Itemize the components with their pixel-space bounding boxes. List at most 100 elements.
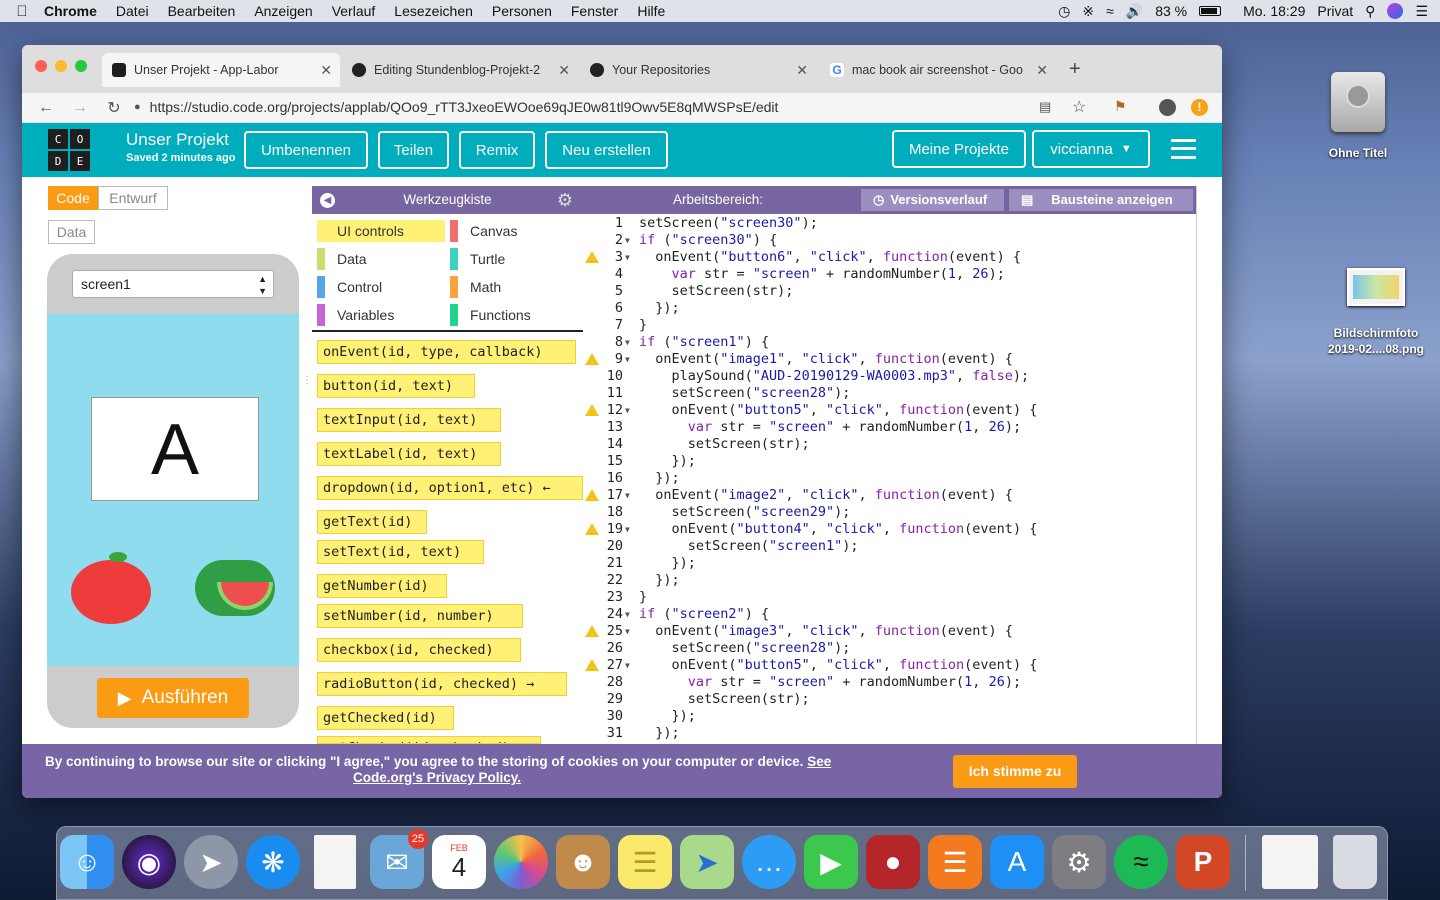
desktop-drive-icon[interactable]: Ohne Titel [1318, 72, 1398, 160]
fold-arrow-icon[interactable]: ▼ [625, 657, 630, 674]
code-line[interactable]: 27 ▼ onEvent("button5", "click", function… [583, 657, 1196, 674]
privacy-link-part1[interactable]: See [807, 754, 831, 769]
profile-icon[interactable] [1159, 99, 1176, 116]
code-line[interactable]: 3 ▼ onEvent("button6", "click", function(… [583, 249, 1196, 266]
menu-item-history[interactable]: Verlauf [332, 3, 376, 19]
code-line[interactable]: 13 var str = "screen" + randomNumber(1, … [583, 419, 1196, 436]
extension-icon[interactable]: ⚑ [1114, 98, 1127, 115]
maps-icon[interactable]: ➤ [680, 835, 734, 889]
block-button[interactable]: button(id, text) [317, 374, 475, 398]
close-window-button[interactable] [35, 60, 47, 72]
menu-item-edit[interactable]: Bearbeiten [168, 3, 236, 19]
block-onEvent[interactable]: onEvent(id, type, callback) [317, 340, 576, 364]
code-line[interactable]: 7} [583, 317, 1196, 334]
letter-image[interactable]: A [91, 397, 259, 501]
block-getText[interactable]: getText(id) [317, 510, 427, 534]
data-mode-toggle[interactable]: Data [48, 220, 95, 244]
block-checkbox[interactable]: checkbox(id, checked) [317, 638, 521, 662]
my-projects-button[interactable]: Meine Projekte [892, 130, 1026, 168]
category-data[interactable]: Data [317, 248, 445, 270]
fold-arrow-icon[interactable]: ▼ [625, 606, 630, 623]
new-project-button[interactable]: Neu erstellen [545, 131, 668, 169]
desktop-screenshot-file[interactable]: Bildschirmfoto 2019-02....08.png [1316, 268, 1436, 356]
spotify-icon[interactable]: ≈ [1114, 835, 1168, 889]
fold-arrow-icon[interactable]: ▼ [625, 521, 630, 538]
code-line[interactable]: 15 }); [583, 453, 1196, 470]
photo-booth-icon[interactable]: ● [866, 835, 920, 889]
code-line[interactable]: 1 setScreen("screen30"); [583, 215, 1196, 232]
code-line[interactable]: 5 setScreen(str); [583, 283, 1196, 300]
hamburger-menu-icon[interactable] [1171, 139, 1196, 159]
safari-icon[interactable]: ❋ [246, 835, 300, 889]
design-mode-toggle[interactable]: Entwurf [98, 186, 168, 210]
category-math[interactable]: Math [450, 276, 570, 298]
calendar-icon[interactable]: FEB 4 [432, 835, 486, 889]
code-line[interactable]: 23} [583, 589, 1196, 606]
code-line[interactable]: 28 var str = "screen" + randomNumber(1, … [583, 674, 1196, 691]
code-mode-toggle[interactable]: Code [48, 186, 98, 210]
code-line[interactable]: 16 }); [583, 470, 1196, 487]
resize-handle[interactable]: ⋮ [302, 376, 312, 398]
collapse-arrow-icon[interactable]: ◀ [320, 193, 335, 208]
time-machine-icon[interactable]: ◷ [1058, 3, 1070, 20]
block-getChecked[interactable]: getChecked(id) [317, 706, 454, 730]
books-icon[interactable]: ☰ [928, 835, 982, 889]
agree-button[interactable]: Ich stimme zu [953, 755, 1077, 788]
code-line[interactable]: 25 ▼ onEvent("image3", "click", function(… [583, 623, 1196, 640]
block-dropdown[interactable]: dropdown(id, option1, etc) ← [317, 476, 583, 500]
code-line[interactable]: 10 playSound("AUD-20190129-WA0003.mp3", … [583, 368, 1196, 385]
tab-google-search[interactable]: G mac book air screenshot - Goo ✕ [820, 53, 1056, 87]
menu-item-window[interactable]: Fenster [571, 3, 618, 19]
messages-icon[interactable]: … [742, 835, 796, 889]
fold-arrow-icon[interactable]: ▼ [625, 487, 630, 504]
update-alert-icon[interactable]: ! [1191, 99, 1208, 116]
notification-center-icon[interactable]: ☰ [1415, 3, 1428, 20]
block-radioButton[interactable]: radioButton(id, checked) → [317, 672, 567, 696]
tab-unser-projekt[interactable]: Unser Projekt - App-Labor ✕ [102, 53, 340, 87]
privacy-link-part2[interactable]: Code.org's Privacy Policy. [353, 770, 521, 785]
code-line[interactable]: 20 setScreen("screen1"); [583, 538, 1196, 555]
code-line[interactable]: 31 }); [583, 725, 1196, 742]
bookmark-star-icon[interactable]: ☆ [1072, 97, 1086, 117]
watermelon-image-icon[interactable] [195, 560, 275, 616]
code-line[interactable]: 29 setScreen(str); [583, 691, 1196, 708]
minimize-window-button[interactable] [55, 60, 67, 72]
tab-close-icon[interactable]: ✕ [796, 62, 808, 79]
document-icon[interactable] [314, 835, 356, 889]
run-button[interactable]: ▶ Ausführen [97, 678, 249, 718]
battery-icon[interactable] [1199, 6, 1222, 16]
tab-your-repositories[interactable]: Your Repositories ✕ [580, 53, 816, 87]
block-getNumber[interactable]: getNumber(id) [317, 574, 447, 598]
menu-item-bookmarks[interactable]: Lesezeichen [394, 3, 473, 19]
menu-item-view[interactable]: Anzeigen [254, 3, 312, 19]
notes-icon[interactable]: ☰ [618, 835, 672, 889]
block-textLabel[interactable]: textLabel(id, text) [317, 442, 501, 466]
block-textInput[interactable]: textInput(id, text) [317, 408, 501, 432]
trash-icon[interactable] [1333, 835, 1377, 889]
code-line[interactable]: 12 ▼ onEvent("button5", "click", function… [583, 402, 1196, 419]
code-line[interactable]: 22 }); [583, 572, 1196, 589]
settings-gear-icon[interactable]: ⚙ [557, 186, 573, 214]
share-button[interactable]: Teilen [378, 131, 449, 169]
block-setNumber[interactable]: setNumber(id, number) [317, 604, 523, 628]
category-control[interactable]: Control [317, 276, 445, 298]
code-line[interactable]: 19 ▼ onEvent("button4", "click", function… [583, 521, 1196, 538]
fold-arrow-icon[interactable]: ▼ [625, 334, 630, 351]
tab-close-icon[interactable]: ✕ [1036, 62, 1048, 79]
reload-icon[interactable]: ↻ [104, 98, 124, 118]
code-line[interactable]: 11 setScreen("screen28"); [583, 385, 1196, 402]
wifi-icon[interactable]: ≈ [1106, 3, 1114, 19]
user-menu-button[interactable]: viccianna ▼ [1032, 130, 1150, 168]
code-line[interactable]: 8 ▼ if ("screen1") { [583, 334, 1196, 351]
category-canvas[interactable]: Canvas [450, 220, 570, 242]
block-setChecked[interactable]: setChecked(id, checked) [317, 736, 541, 744]
volume-icon[interactable]: 🔊 [1126, 3, 1143, 20]
apple-menu-icon[interactable]:  [0, 3, 44, 20]
code-line[interactable]: 9 ▼ onEvent("image1", "click", function(e… [583, 351, 1196, 368]
photos-icon[interactable] [494, 835, 548, 889]
mail-icon[interactable]: ✉ 25 [370, 829, 428, 889]
code-org-logo[interactable]: C O D E [48, 129, 90, 171]
menu-item-file[interactable]: Datei [116, 3, 149, 19]
fold-arrow-icon[interactable]: ▼ [625, 623, 630, 640]
category-functions[interactable]: Functions [450, 304, 570, 326]
